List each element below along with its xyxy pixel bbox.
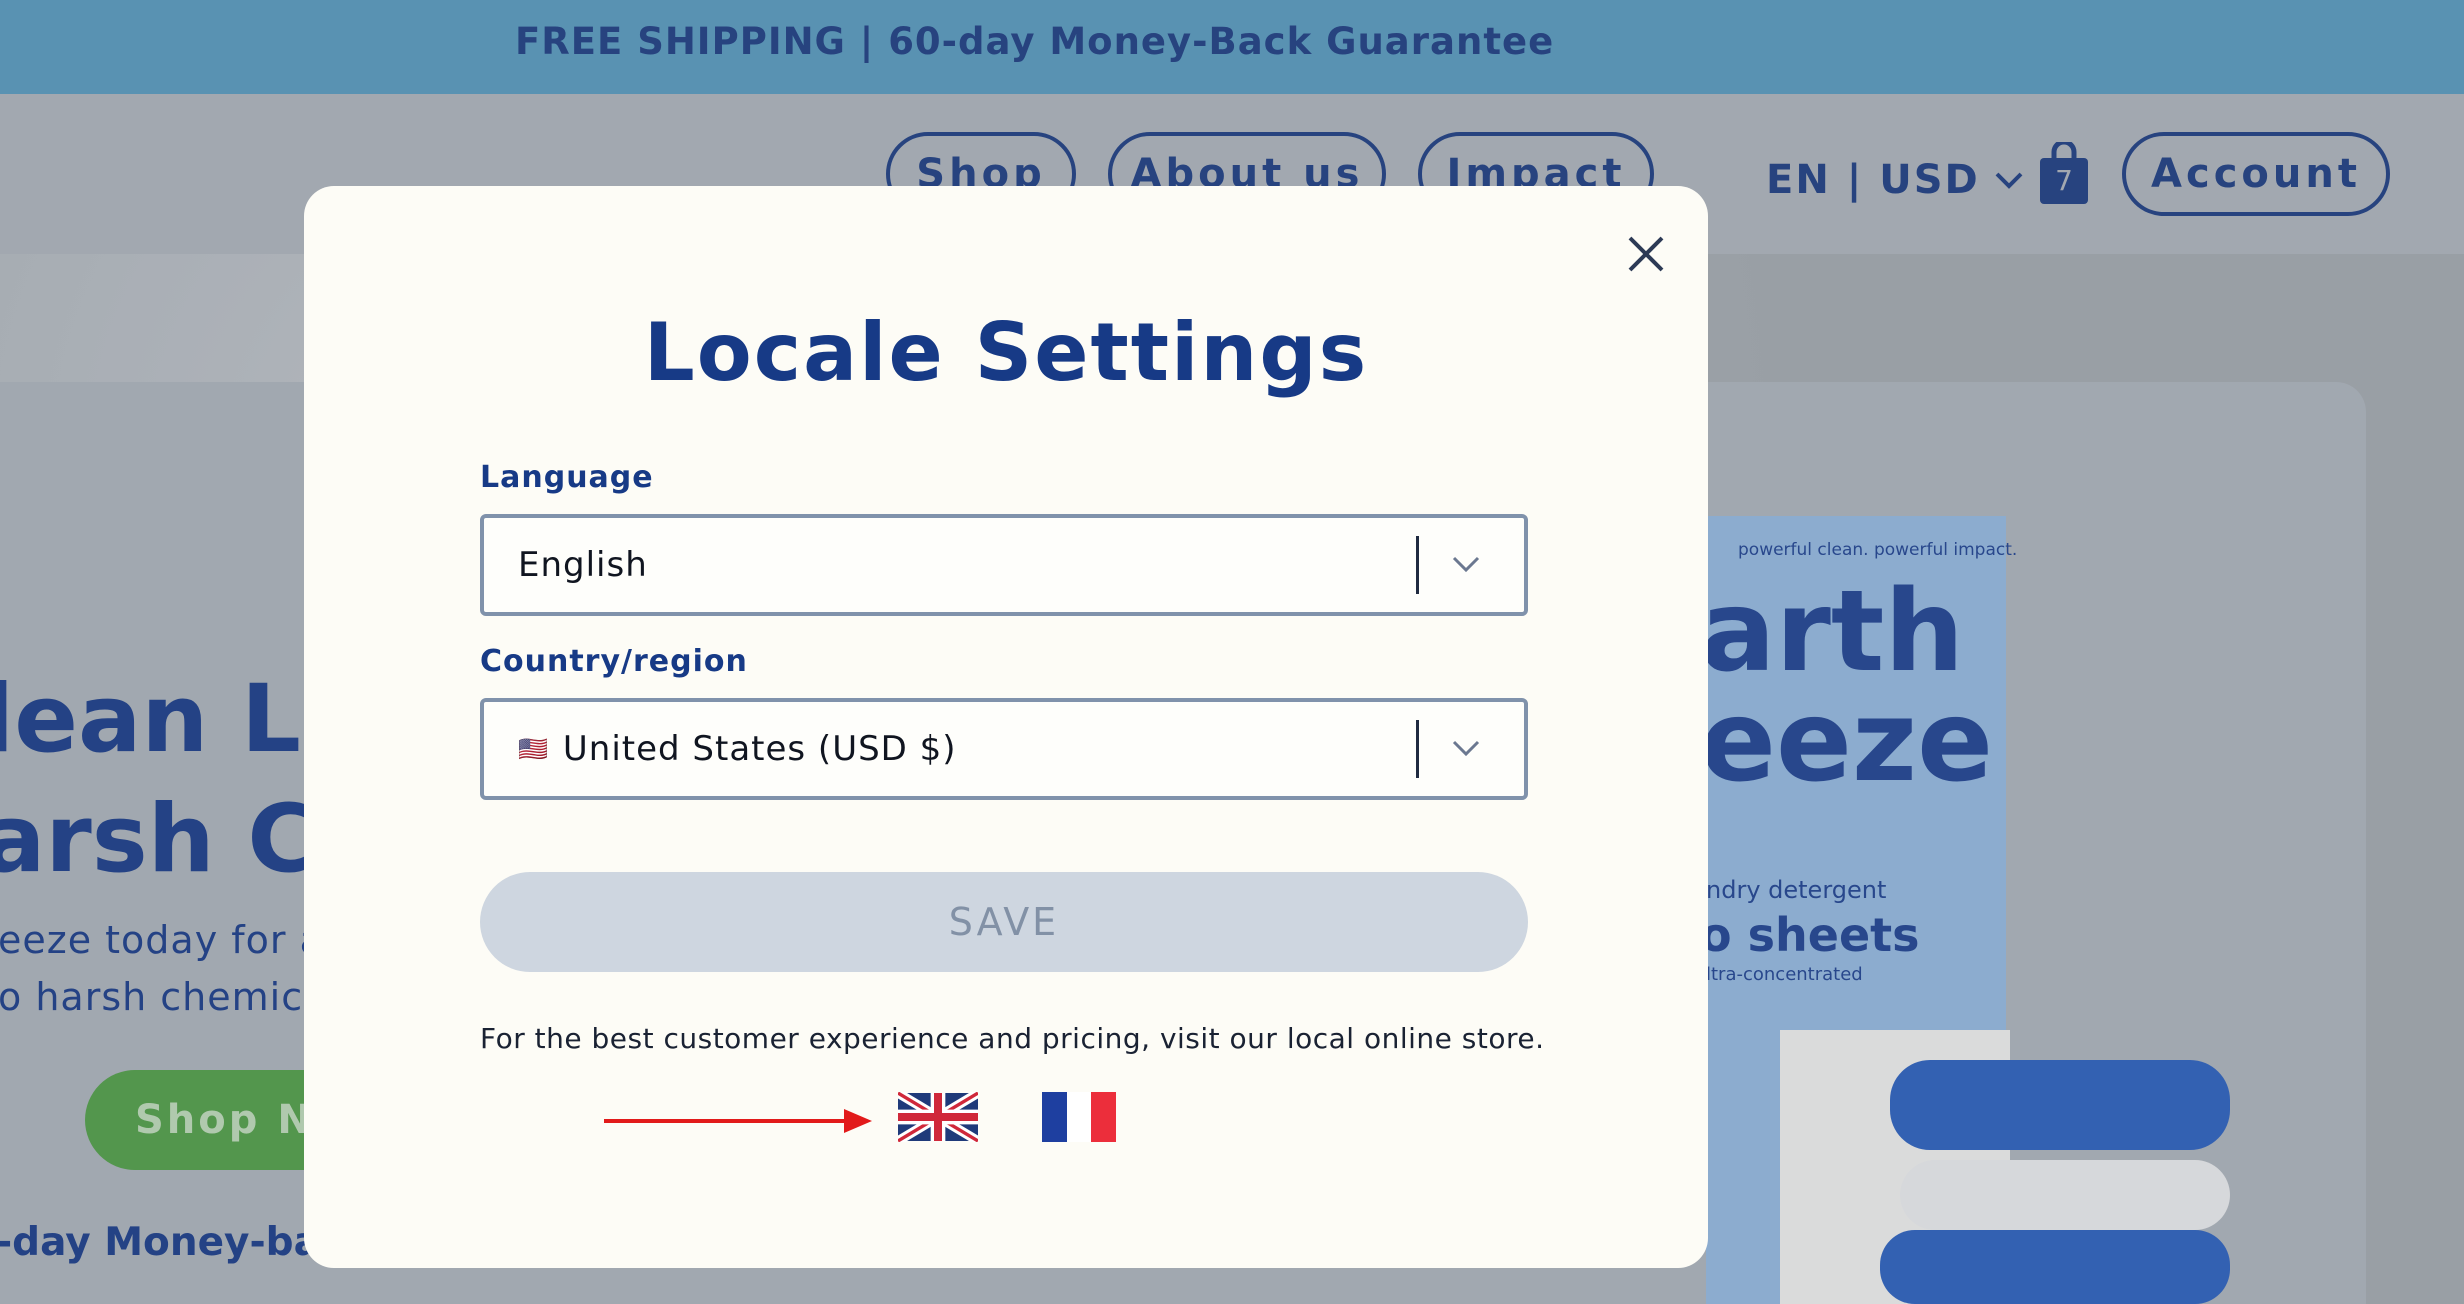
red-arrow-annotation — [604, 1109, 872, 1133]
country-region-select[interactable]: 🇺🇸 United States (USD $) — [480, 698, 1528, 800]
local-store-note: For the best customer experience and pri… — [480, 1022, 1545, 1055]
select-divider — [1416, 536, 1419, 594]
country-value-text: United States (USD $) — [562, 729, 957, 769]
france-flag-icon[interactable] — [1042, 1092, 1117, 1142]
uk-flag-icon[interactable] — [898, 1092, 978, 1142]
country-region-label: Country/region — [480, 644, 748, 679]
language-select-value: English — [518, 518, 648, 612]
select-divider — [1416, 720, 1419, 778]
close-icon — [1628, 236, 1664, 272]
us-flag-icon: 🇺🇸 — [518, 735, 549, 763]
language-value-text: English — [518, 545, 648, 585]
chevron-down-icon — [1452, 740, 1480, 757]
country-select-value: 🇺🇸 United States (USD $) — [518, 702, 957, 796]
close-button[interactable] — [1620, 228, 1672, 280]
chevron-down-icon — [1452, 556, 1480, 573]
locale-settings-modal: Locale Settings Language English Country… — [304, 186, 1708, 1268]
save-button[interactable]: SAVE — [480, 872, 1528, 972]
modal-title: Locale Settings — [643, 306, 1369, 399]
language-label: Language — [480, 460, 654, 495]
language-select[interactable]: English — [480, 514, 1528, 616]
